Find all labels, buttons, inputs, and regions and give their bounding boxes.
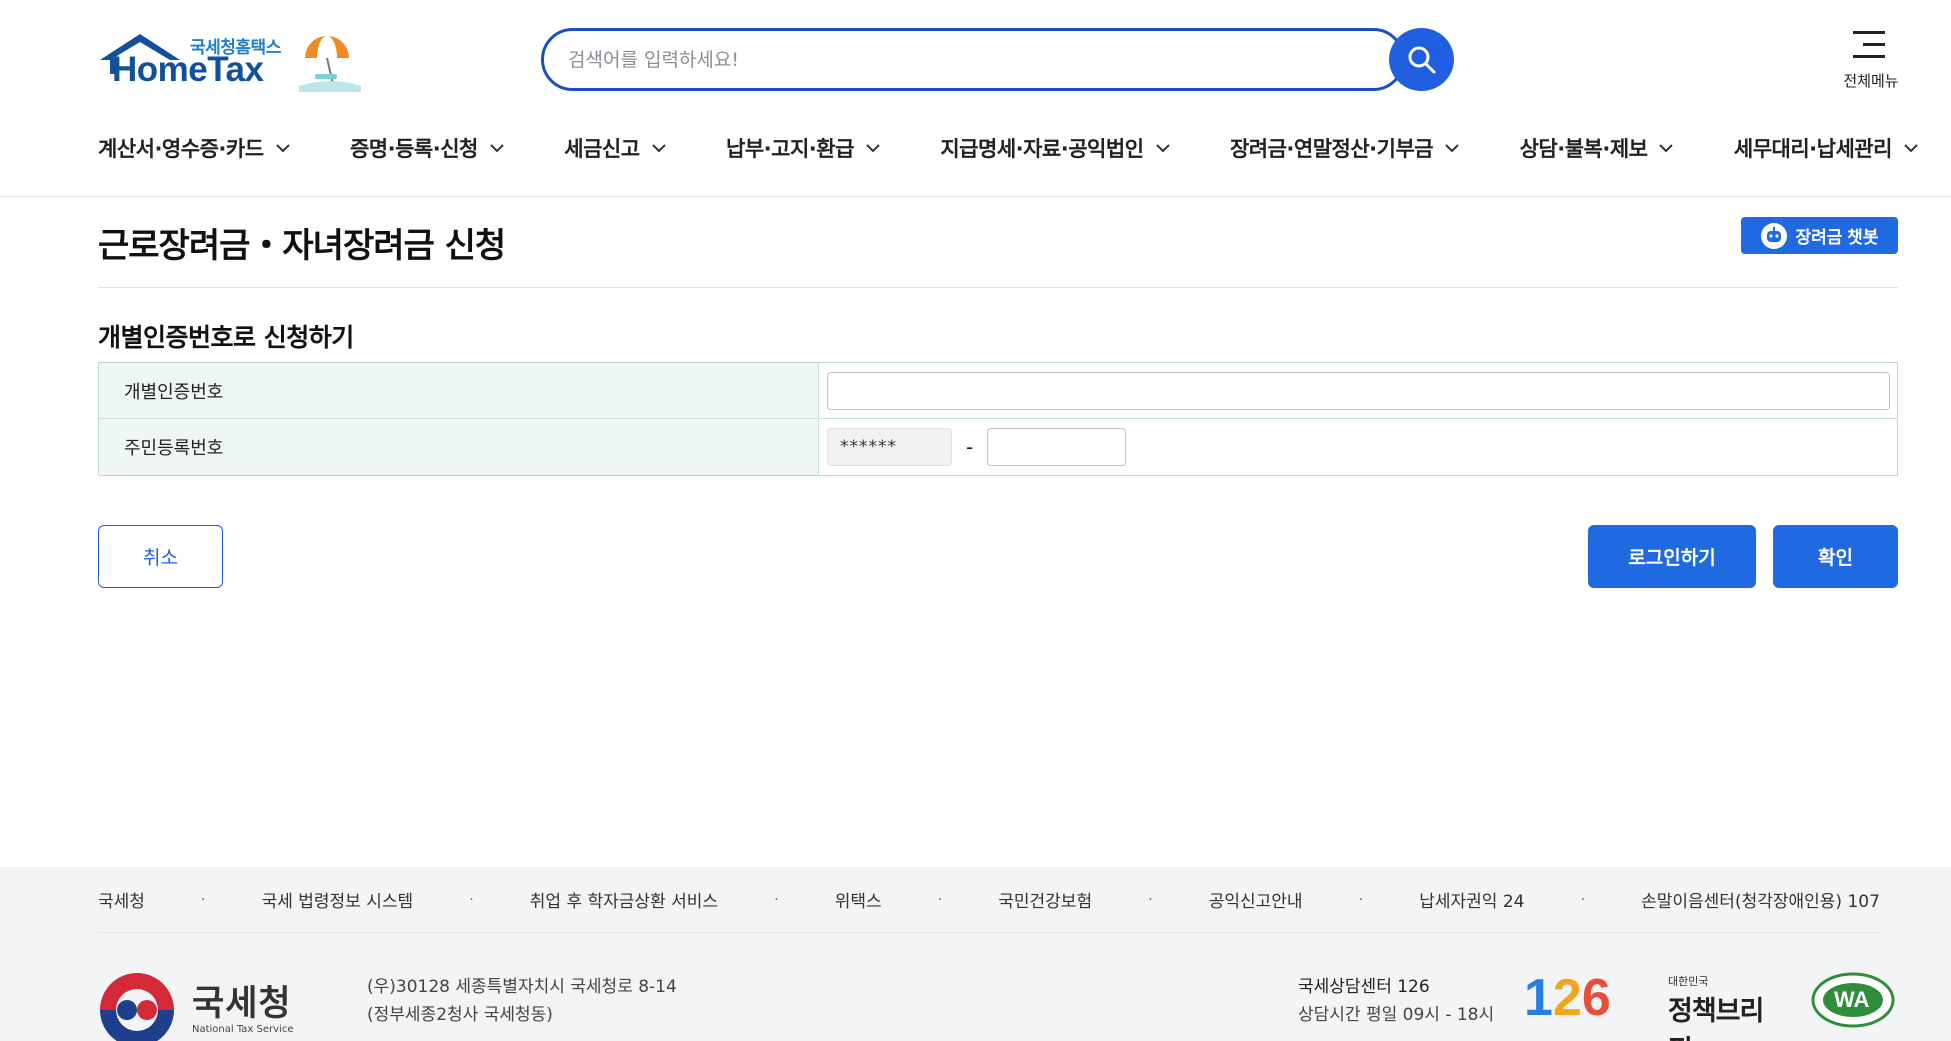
- footer-link-wetax[interactable]: 위택스: [835, 887, 882, 912]
- chatbot-label: 장려금 챗봇: [1795, 228, 1879, 247]
- footer-link-separator: ·: [469, 891, 474, 908]
- hamburger-icon: [1853, 31, 1885, 67]
- footer-link-law[interactable]: 국세 법령정보 시스템: [262, 887, 414, 912]
- nav-item-incentive[interactable]: 장려금·연말정산·기부금: [1230, 128, 1459, 168]
- search-input[interactable]: [568, 41, 1328, 79]
- nav-item-tax-report[interactable]: 세금신고: [564, 128, 666, 168]
- chevron-down-icon: [275, 144, 290, 153]
- nav-item-certificate[interactable]: 증명·등록·신청: [350, 128, 504, 168]
- chevron-down-icon: [490, 144, 504, 153]
- resident-number-back-input[interactable]: [987, 428, 1127, 466]
- nav-item-payment[interactable]: 납부·고지·환급: [726, 128, 880, 168]
- nav-item-statement[interactable]: 지급명세·자료·공익법인: [940, 128, 1170, 168]
- form-row-auth-number: 개별인증번호: [99, 363, 1897, 419]
- footer-link-separator: ·: [1580, 891, 1586, 908]
- footer-link-separator: ·: [937, 891, 943, 908]
- auth-number-label: 개별인증번호: [99, 363, 819, 418]
- hometax-logo[interactable]: 국세청홈택스 HomeTax: [98, 28, 368, 96]
- resident-number-separator: -: [966, 435, 974, 459]
- footer-link-taxpayer-rights[interactable]: 납세자권익 24: [1419, 887, 1524, 912]
- login-button[interactable]: 로그인하기: [1588, 525, 1756, 588]
- page-title: 근로장려금・자녀장려금 신청: [98, 226, 506, 266]
- footer-link-nts[interactable]: 국세청: [98, 887, 145, 912]
- footer-org-name-en: National Tax Service: [192, 1024, 294, 1035]
- nav-item-invoice[interactable]: 계산서·영수증·카드: [98, 128, 290, 168]
- chevron-down-icon: [1445, 144, 1459, 153]
- all-menu-button[interactable]: 전체메뉴: [1826, 25, 1916, 95]
- chevron-down-icon: [1155, 144, 1170, 153]
- search-box: [541, 28, 1405, 91]
- auth-number-input[interactable]: [827, 371, 1890, 410]
- nav-item-consult[interactable]: 상담·불복·제보: [1520, 128, 1674, 168]
- policy-briefing-logo[interactable]: 대한민국 정책브리핑: [1668, 973, 1780, 1041]
- chevron-down-icon: [1904, 144, 1918, 153]
- search-icon: [1408, 46, 1436, 74]
- section-title: 개별인증번호로 신청하기: [98, 323, 354, 352]
- web-accessibility-mark: WA: [1810, 971, 1896, 1029]
- nts-emblem-icon: [100, 973, 174, 1041]
- footer-links: 국세청 · 국세 법령정보 시스템 · 취업 후 학자금상환 서비스 · 위택스…: [98, 867, 1880, 933]
- chevron-down-icon: [1659, 144, 1674, 153]
- footer-link-public-report[interactable]: 공익신고안내: [1209, 887, 1303, 912]
- footer-callcenter: 국세상담센터 126 상담시간 평일 09시 - 18시: [1298, 977, 1495, 1025]
- cancel-button[interactable]: 취소: [98, 525, 223, 588]
- chevron-down-icon: [651, 144, 666, 153]
- logo-main-text: HomeTax: [112, 50, 264, 89]
- search-button[interactable]: [1389, 28, 1454, 91]
- footer-link-separator: ·: [774, 891, 779, 908]
- footer: 국세청 · 국세 법령정보 시스템 · 취업 후 학자금상환 서비스 · 위택스…: [0, 867, 1951, 1041]
- chatbot-icon: [1760, 222, 1787, 249]
- footer-org-name: 국세청: [192, 984, 292, 1024]
- footer-link-separator: ·: [1148, 891, 1153, 908]
- title-divider: [98, 287, 1898, 288]
- footer-link-separator: ·: [1358, 891, 1364, 908]
- auth-form-table: 개별인증번호 주민등록번호 ****** -: [98, 362, 1898, 476]
- resident-number-label: 주민등록번호: [99, 419, 819, 475]
- footer-link-health-insurance[interactable]: 국민건강보험: [998, 887, 1092, 912]
- form-row-resident-number: 주민등록번호 ****** -: [99, 419, 1897, 475]
- page: 국세청홈택스 HomeTax 전체메뉴 계산서·영수증·카드: [0, 0, 1951, 1041]
- main-nav: 계산서·영수증·카드 증명·등록·신청 세금신고 납부·고지·환급 지급명세·자…: [98, 128, 1918, 168]
- nav-item-tax-agent[interactable]: 세무대리·납세관리: [1734, 128, 1918, 168]
- all-menu-label: 전체메뉴: [1843, 72, 1899, 90]
- incentive-chatbot-button[interactable]: 장려금 챗봇: [1741, 217, 1898, 254]
- footer-link-relay-center[interactable]: 손말이음센터(청각장애인용) 107: [1641, 887, 1880, 912]
- footer-link-student-loan[interactable]: 취업 후 학자금상환 서비스: [530, 887, 718, 912]
- footer-link-separator: ·: [201, 891, 206, 908]
- footer-address: (우)30128 세종특별자치시 국세청로 8-14 (정부세종2청사 국세청동…: [367, 977, 677, 1025]
- chevron-down-icon: [866, 144, 880, 153]
- header: 국세청홈택스 HomeTax 전체메뉴 계산서·영수증·카드: [0, 0, 1951, 197]
- beach-umbrella-icon: [299, 36, 361, 92]
- confirm-button[interactable]: 확인: [1773, 525, 1898, 588]
- resident-number-front-masked: ******: [827, 428, 952, 466]
- callcenter-126-badge[interactable]: 126: [1524, 972, 1624, 1024]
